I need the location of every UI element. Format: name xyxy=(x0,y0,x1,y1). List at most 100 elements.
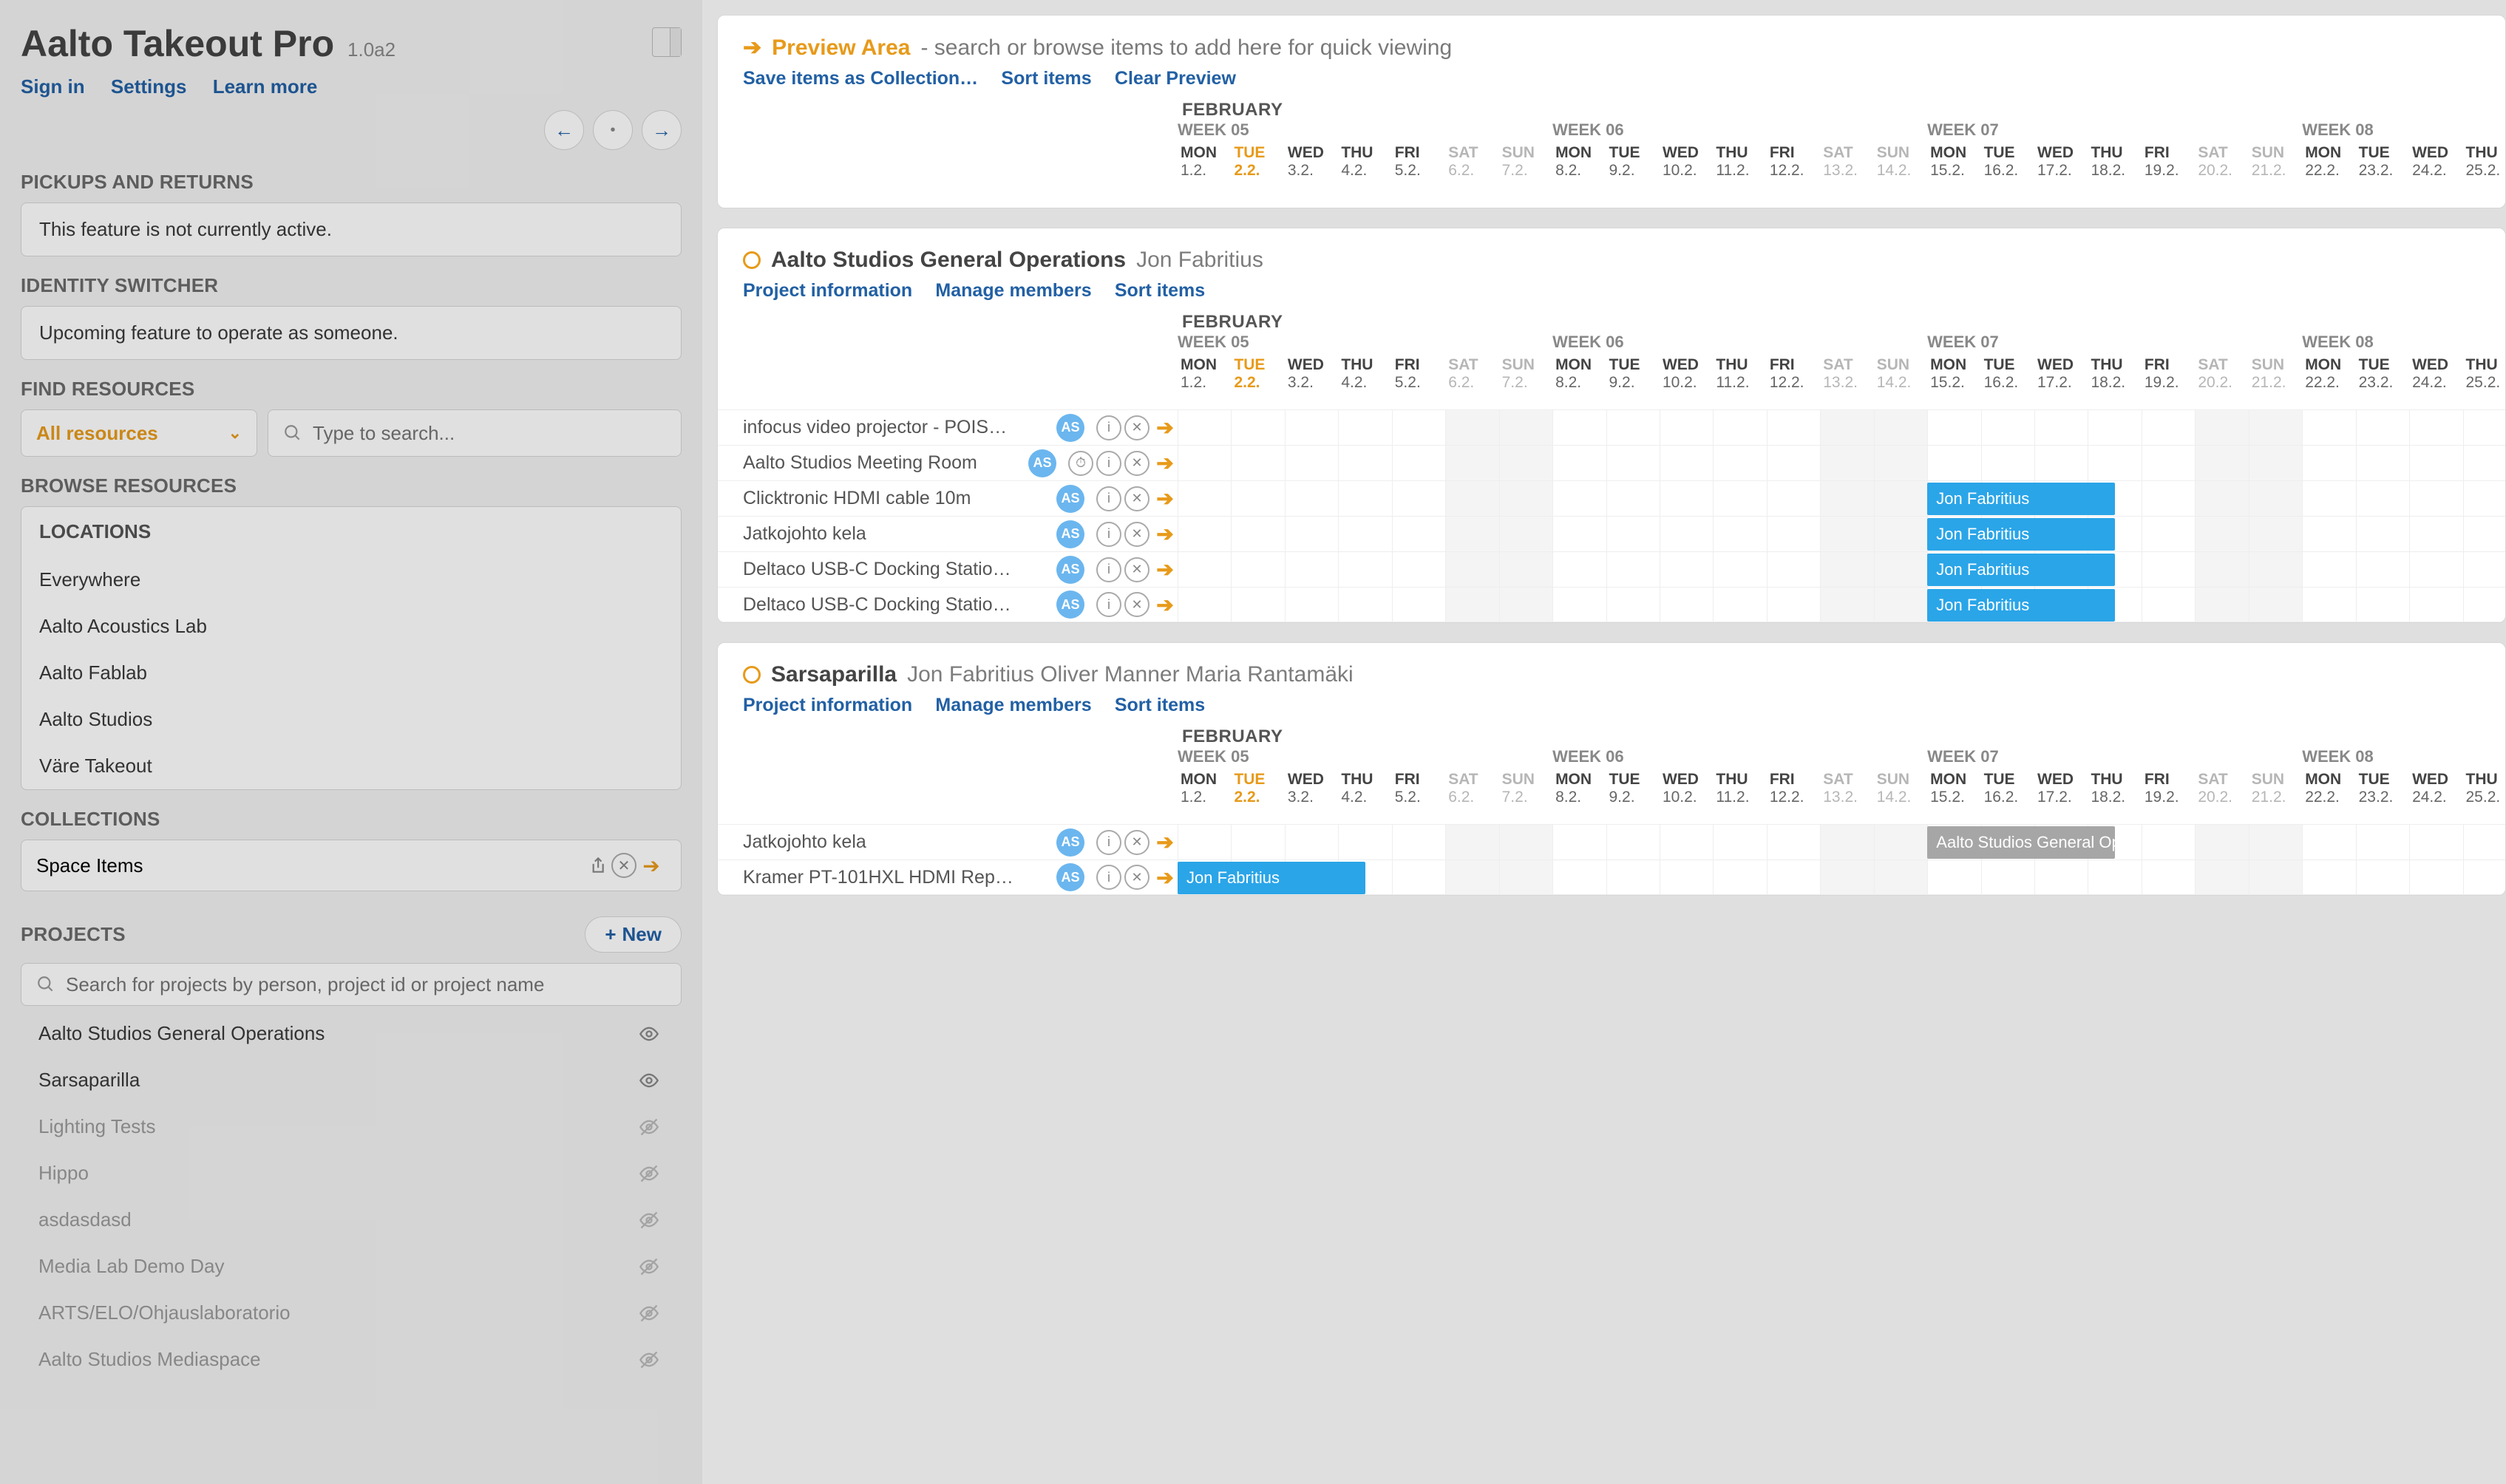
delete-icon[interactable]: ✕ xyxy=(611,853,636,878)
settings-link[interactable]: Settings xyxy=(111,75,187,98)
location-item[interactable]: Aalto Studios xyxy=(21,696,681,743)
timeline-row[interactable] xyxy=(1178,446,2506,480)
project-search-field[interactable] xyxy=(21,963,682,1006)
arrow-right-icon[interactable]: ➔ xyxy=(1152,486,1178,511)
timeline-row[interactable]: Jon Fabritius xyxy=(1178,588,2506,622)
remove-icon[interactable]: ✕ xyxy=(1124,486,1150,511)
eye-off-icon[interactable] xyxy=(634,1163,664,1184)
project-info-action[interactable]: Project information xyxy=(743,280,912,301)
booking-bar[interactable]: Jon Fabritius xyxy=(1927,518,2115,551)
project-item[interactable]: asdasdasd xyxy=(21,1197,682,1243)
project-title[interactable]: Aalto Studios General Operations xyxy=(771,248,1126,273)
arrow-right-icon[interactable]: ➔ xyxy=(1152,415,1178,440)
eye-off-icon[interactable] xyxy=(634,1210,664,1231)
booking-bar[interactable]: Aalto Studios General Op xyxy=(1927,826,2115,859)
remove-icon[interactable]: ✕ xyxy=(1124,557,1150,582)
project-item[interactable]: Sarsaparilla xyxy=(21,1057,682,1103)
new-project-button[interactable]: + New xyxy=(585,916,682,953)
location-item[interactable]: Everywhere xyxy=(21,556,681,603)
eye-off-icon[interactable] xyxy=(634,1349,664,1370)
toggle-sidebar-button[interactable] xyxy=(652,27,682,57)
eye-icon[interactable] xyxy=(634,1070,664,1091)
manage-members-action[interactable]: Manage members xyxy=(935,695,1091,715)
resource-label[interactable]: Aalto Studios Meeting Room xyxy=(743,452,977,474)
remove-icon[interactable]: ✕ xyxy=(1124,592,1150,617)
timeline-row[interactable]: Jon Fabritius xyxy=(1178,860,2506,894)
timeline-row[interactable]: Jon Fabritius xyxy=(1178,481,2506,516)
eye-icon[interactable] xyxy=(634,1024,664,1044)
remove-icon[interactable]: ✕ xyxy=(1124,522,1150,547)
booking-bar[interactable]: Jon Fabritius xyxy=(1927,589,2115,622)
nav-forward-button[interactable]: → xyxy=(642,110,682,150)
remove-icon[interactable]: ✕ xyxy=(1124,865,1150,890)
resource-label[interactable]: Deltaco USB-C Docking Station… xyxy=(743,594,1016,616)
booking-bar[interactable]: Jon Fabritius xyxy=(1927,483,2115,515)
project-title[interactable]: Sarsaparilla xyxy=(771,662,897,687)
learn-more-link[interactable]: Learn more xyxy=(213,75,318,98)
project-status-icon[interactable] xyxy=(743,251,761,269)
arrow-right-icon[interactable]: ➔ xyxy=(1152,451,1178,476)
project-info-action[interactable]: Project information xyxy=(743,695,912,715)
resource-filter-dropdown[interactable]: All resources ⌄ xyxy=(21,409,257,457)
timeline-row[interactable]: Jon Fabritius xyxy=(1178,552,2506,587)
project-status-icon[interactable] xyxy=(743,666,761,684)
sort-items-action[interactable]: Sort items xyxy=(1115,280,1205,301)
remove-icon[interactable]: ✕ xyxy=(1124,415,1150,440)
booking-bar[interactable]: Jon Fabritius xyxy=(1927,554,2115,586)
resource-label[interactable]: Kramer PT-101HXL HDMI Repea… xyxy=(743,867,1016,888)
save-collection-action[interactable]: Save items as Collection… xyxy=(743,68,978,89)
project-item[interactable]: Aalto Studios Mediaspace xyxy=(21,1336,682,1383)
arrow-right-icon[interactable]: ➔ xyxy=(1152,592,1178,617)
info-icon[interactable]: i xyxy=(1096,592,1121,617)
resource-label[interactable]: Jatkojohto kela xyxy=(743,831,866,853)
resource-search-field[interactable] xyxy=(268,409,682,457)
info-icon[interactable]: i xyxy=(1096,451,1121,476)
eye-off-icon[interactable] xyxy=(634,1303,664,1324)
chevron-down-icon: ⌄ xyxy=(228,423,242,443)
info-icon[interactable]: i xyxy=(1096,486,1121,511)
sort-items-action[interactable]: Sort items xyxy=(1001,68,1091,89)
nav-current-button[interactable]: • xyxy=(593,110,633,150)
browse-resources-heading: BROWSE RESOURCES xyxy=(21,474,682,497)
clock-icon[interactable]: ⏱ xyxy=(1068,451,1093,476)
info-icon[interactable]: i xyxy=(1096,830,1121,855)
arrow-right-icon[interactable]: ➔ xyxy=(1152,557,1178,582)
timeline-row[interactable]: Jon Fabritius xyxy=(1178,517,2506,551)
arrow-right-icon[interactable]: ➔ xyxy=(1152,830,1178,855)
timeline-row[interactable] xyxy=(1178,410,2506,445)
location-item[interactable]: Aalto Fablab xyxy=(21,650,681,696)
project-item[interactable]: ARTS/ELO/Ohjauslaboratorio xyxy=(21,1290,682,1336)
arrow-right-icon[interactable]: ➔ xyxy=(1152,522,1178,547)
resource-label[interactable]: Deltaco USB-C Docking Station… xyxy=(743,559,1016,580)
sign-in-link[interactable]: Sign in xyxy=(21,75,85,98)
location-item[interactable]: Väre Takeout xyxy=(21,743,681,789)
resource-label[interactable]: Jatkojohto kela xyxy=(743,523,866,545)
eye-off-icon[interactable] xyxy=(634,1256,664,1277)
info-icon[interactable]: i xyxy=(1096,557,1121,582)
info-icon[interactable]: i xyxy=(1096,522,1121,547)
collection-item[interactable]: Space Items ✕ ➔ xyxy=(21,840,682,891)
resource-label[interactable]: infocus video projector - POIST… xyxy=(743,417,1016,438)
resource-label[interactable]: Clicktronic HDMI cable 10m xyxy=(743,488,971,509)
share-icon[interactable] xyxy=(582,851,611,880)
eye-off-icon[interactable] xyxy=(634,1117,664,1137)
sort-items-action[interactable]: Sort items xyxy=(1115,695,1205,715)
booking-bar[interactable]: Jon Fabritius xyxy=(1178,862,1365,894)
nav-back-button[interactable]: ← xyxy=(544,110,584,150)
info-icon[interactable]: i xyxy=(1096,865,1121,890)
location-item[interactable]: Aalto Acoustics Lab xyxy=(21,603,681,650)
project-item[interactable]: Hippo xyxy=(21,1150,682,1197)
manage-members-action[interactable]: Manage members xyxy=(935,280,1091,301)
resource-search-input[interactable] xyxy=(313,422,666,445)
arrow-right-icon[interactable]: ➔ xyxy=(636,851,666,880)
project-item[interactable]: Aalto Studios General Operations xyxy=(21,1010,682,1057)
info-icon[interactable]: i xyxy=(1096,415,1121,440)
remove-icon[interactable]: ✕ xyxy=(1124,451,1150,476)
timeline-row[interactable]: Aalto Studios General Op xyxy=(1178,825,2506,860)
project-search-input[interactable] xyxy=(66,973,666,996)
arrow-right-icon[interactable]: ➔ xyxy=(1152,865,1178,890)
project-item[interactable]: Media Lab Demo Day xyxy=(21,1243,682,1290)
clear-preview-action[interactable]: Clear Preview xyxy=(1115,68,1236,89)
project-item[interactable]: Lighting Tests xyxy=(21,1103,682,1150)
remove-icon[interactable]: ✕ xyxy=(1124,830,1150,855)
